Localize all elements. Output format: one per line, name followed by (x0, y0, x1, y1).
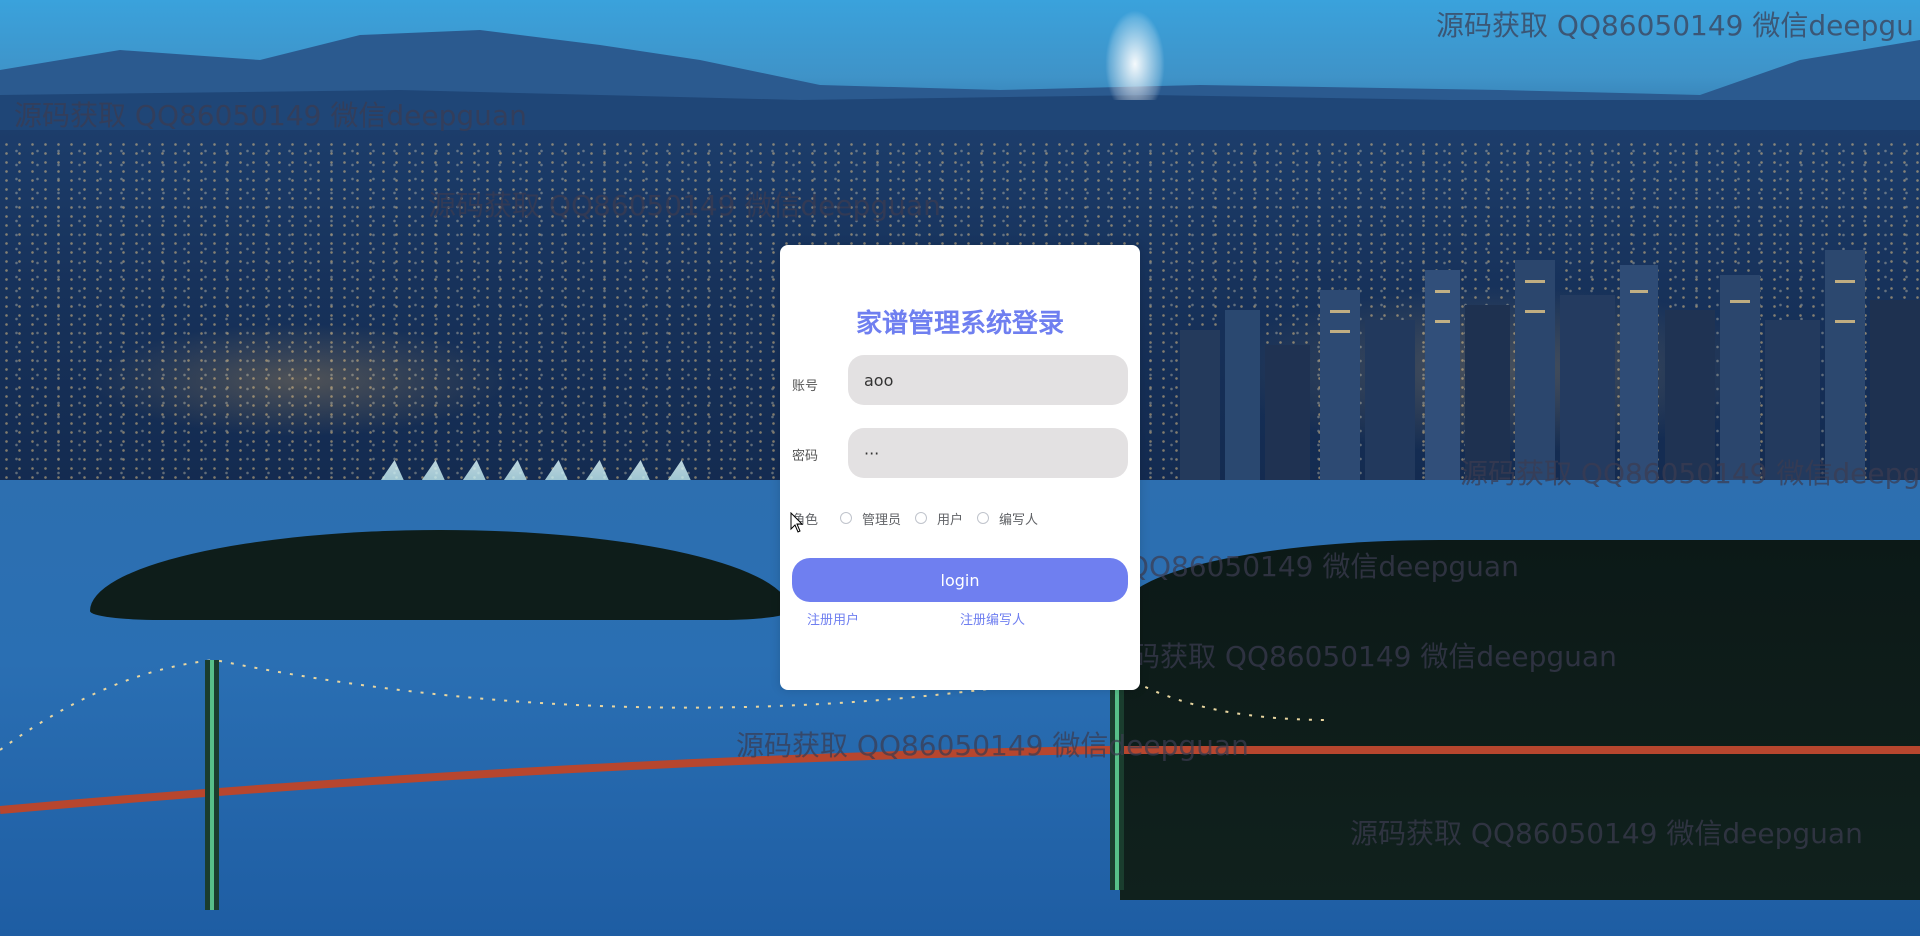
role-option-label: 管理员 (862, 512, 902, 528)
radio-icon[interactable] (977, 512, 990, 524)
watermark: 源码获取 QQ86050149 微信deepguan (1350, 817, 1863, 850)
login-button[interactable]: login (792, 558, 1128, 602)
role-option-label: 编写人 (999, 512, 1039, 528)
username-field[interactable]: aoo (848, 355, 1128, 405)
watermark: 源码获取 QQ86050149 微信deepguan (1460, 457, 1920, 490)
password-label: 密码 (792, 449, 819, 464)
role-option-user[interactable]: 用户 (915, 509, 963, 528)
watermark: 源码获取 QQ86050149 微信deepguan (14, 99, 527, 132)
username-label: 账号 (792, 379, 819, 394)
register-user-link[interactable]: 注册用户 (807, 609, 859, 628)
role-option-label: 用户 (937, 512, 964, 528)
watermark: 源码获取 QQ86050149 微信deepguan (1104, 640, 1617, 673)
watermark: 源码获取 QQ86050149 微信deepguan (428, 189, 941, 222)
role-option-admin[interactable]: 管理员 (840, 509, 901, 528)
mouse-cursor-icon (790, 512, 804, 533)
login-title: 家谱管理系统登录 (855, 309, 1064, 339)
watermark: 源码获取 QQ86050149 微信deepguan (736, 729, 1249, 762)
role-group: 角色 管理员 用户 编写人 (792, 508, 1052, 528)
login-card: 家谱管理系统登录 账号 aoo 密码 ··· 角色 管理员 用户 编写人 log… (780, 245, 1140, 690)
steam-plume (1105, 10, 1165, 100)
role-option-writer[interactable]: 编写人 (977, 509, 1038, 528)
watermark: 源码获取 QQ86050149 微信deepgu (1436, 9, 1914, 42)
radio-icon[interactable] (915, 512, 928, 524)
radio-icon[interactable] (840, 512, 853, 524)
register-writer-link[interactable]: 注册编写人 (960, 609, 1025, 628)
password-field[interactable]: ··· (848, 428, 1128, 478)
